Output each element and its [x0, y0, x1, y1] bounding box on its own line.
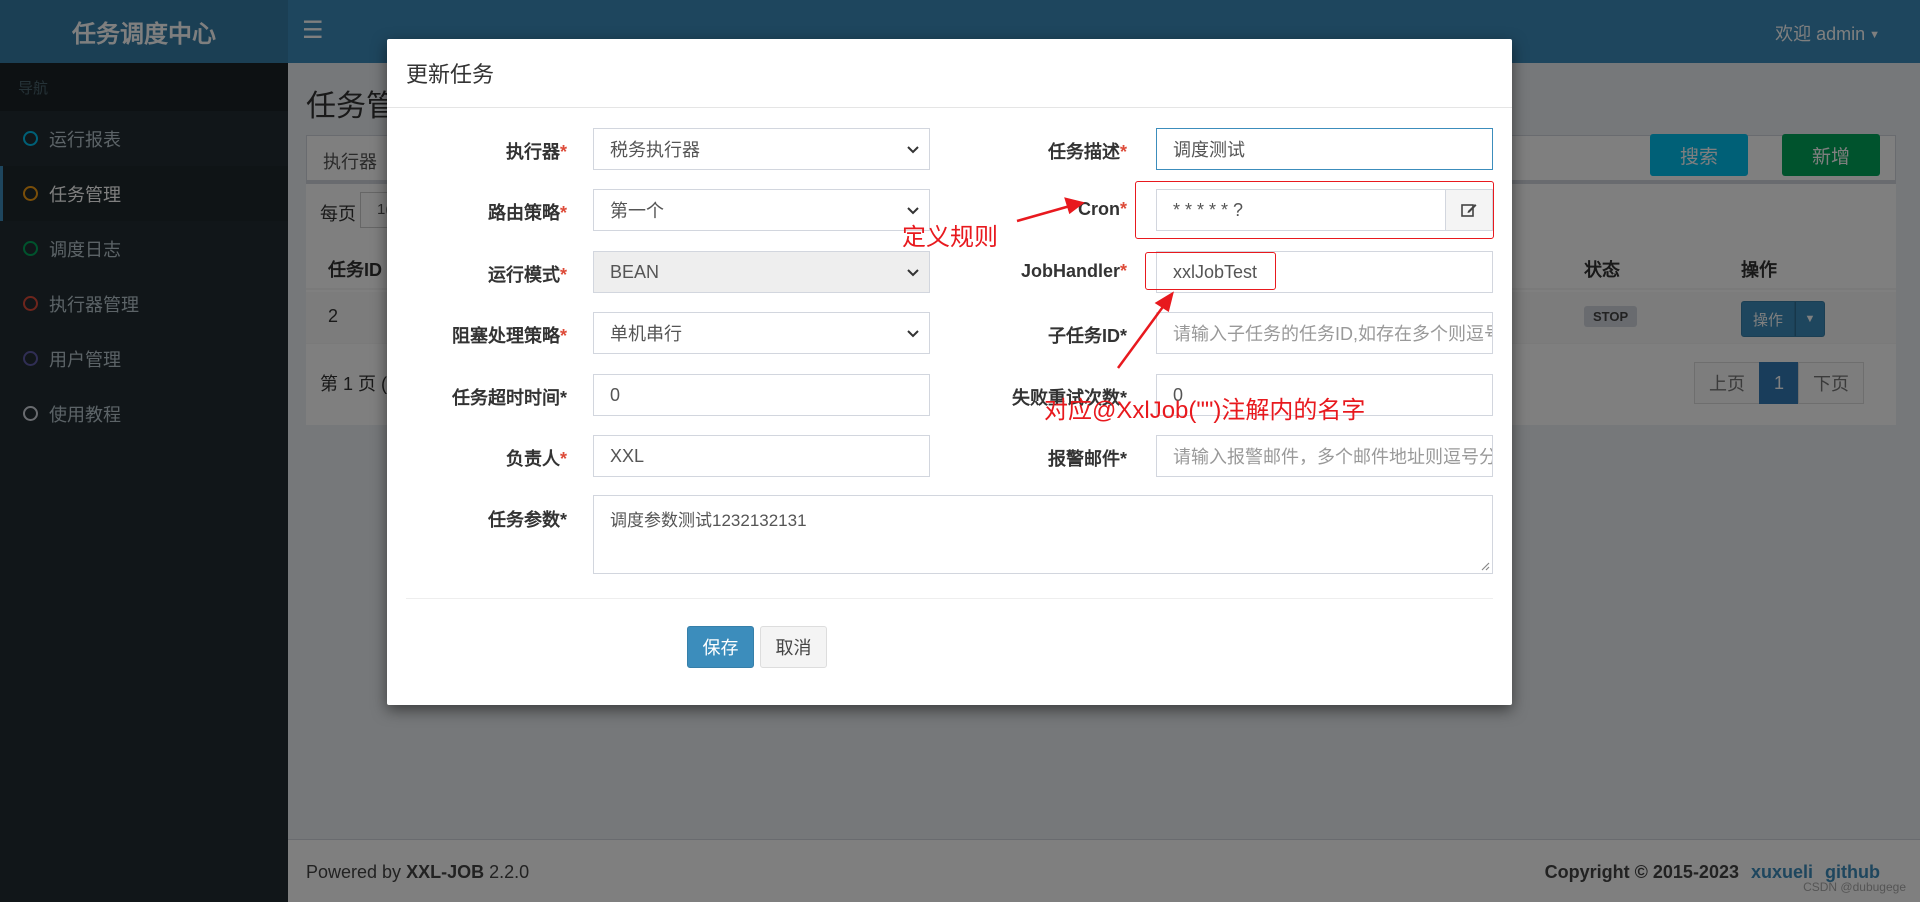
save-button[interactable]: 保存 — [687, 626, 754, 668]
executor-label: 执行器* — [505, 142, 567, 162]
chevron-down-icon — [907, 146, 919, 154]
modal-title: 更新任务 — [387, 39, 1512, 108]
modal-divider — [406, 598, 1493, 599]
route-label: 路由策略* — [487, 203, 567, 223]
chevron-down-icon — [907, 269, 919, 277]
alarm-email-label: 报警邮件* — [1047, 449, 1127, 469]
route-strategy-select[interactable]: 第一个 — [593, 189, 930, 231]
cron-annotation-box — [1135, 181, 1494, 239]
child-id-label: 子任务ID* — [1047, 326, 1127, 346]
timeout-input[interactable]: 0 — [593, 374, 930, 416]
update-job-modal: 更新任务 执行器* 税务执行器 任务描述* 调度测试 路由策略* 第一个 Cro… — [387, 39, 1512, 705]
job-param-label: 任务参数* — [487, 510, 567, 530]
block-strategy-label: 阻塞处理策略* — [451, 326, 567, 346]
chevron-down-icon — [907, 207, 919, 215]
timeout-label: 任务超时时间* — [451, 388, 567, 408]
child-job-id-input[interactable]: 请输入子任务的任务ID,如存在多个则逗号分隔 — [1156, 312, 1493, 354]
job-param-text: 调度参数测试1232132131 — [610, 511, 807, 530]
job-handler-label: JobHandler* — [1020, 261, 1127, 281]
desc-label: 任务描述* — [1047, 142, 1127, 162]
executor-select[interactable]: 税务执行器 — [593, 128, 930, 170]
cancel-button[interactable]: 取消 — [760, 626, 827, 668]
block-strategy-select[interactable]: 单机串行 — [593, 312, 930, 354]
rule-annotation-text: 定义规则 — [902, 224, 998, 251]
run-mode-select[interactable]: BEAN — [593, 251, 930, 293]
handler-annotation-box — [1145, 252, 1276, 290]
cron-label: Cron* — [1077, 199, 1127, 219]
alarm-email-input[interactable]: 请输入报警邮件，多个邮件地址则逗号分隔 — [1156, 435, 1493, 477]
job-param-textarea[interactable]: 调度参数测试1232132131 — [593, 495, 1493, 574]
run-mode-label: 运行模式* — [487, 265, 567, 285]
handler-annotation-text: 对应@XxlJob("")注解内的名字 — [1044, 397, 1366, 424]
chevron-down-icon — [907, 330, 919, 338]
author-input[interactable]: XXL — [593, 435, 930, 477]
job-desc-input[interactable]: 调度测试 — [1156, 128, 1493, 170]
resize-grip-icon[interactable] — [1480, 561, 1490, 571]
author-label: 负责人* — [505, 449, 567, 469]
